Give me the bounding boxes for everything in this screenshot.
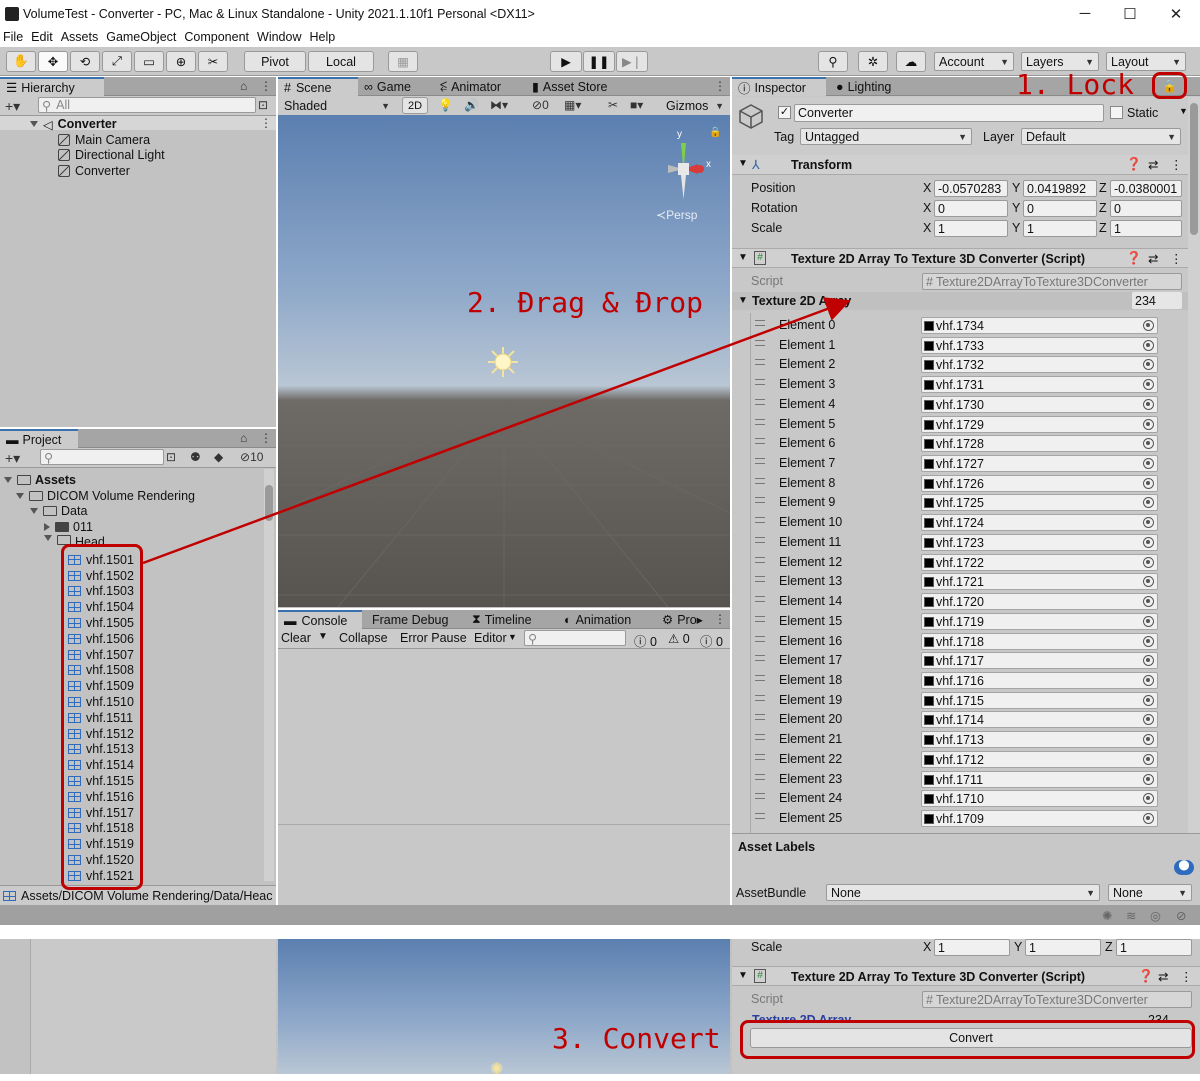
- unity-window: VolumeTest - Converter - PC, Mac & Linux…: [0, 0, 1200, 1081]
- annotation-convert: 3. Convert: [552, 1022, 721, 1055]
- annotation-convert-box: [740, 1020, 1195, 1059]
- annotation-arrow: [142, 297, 851, 565]
